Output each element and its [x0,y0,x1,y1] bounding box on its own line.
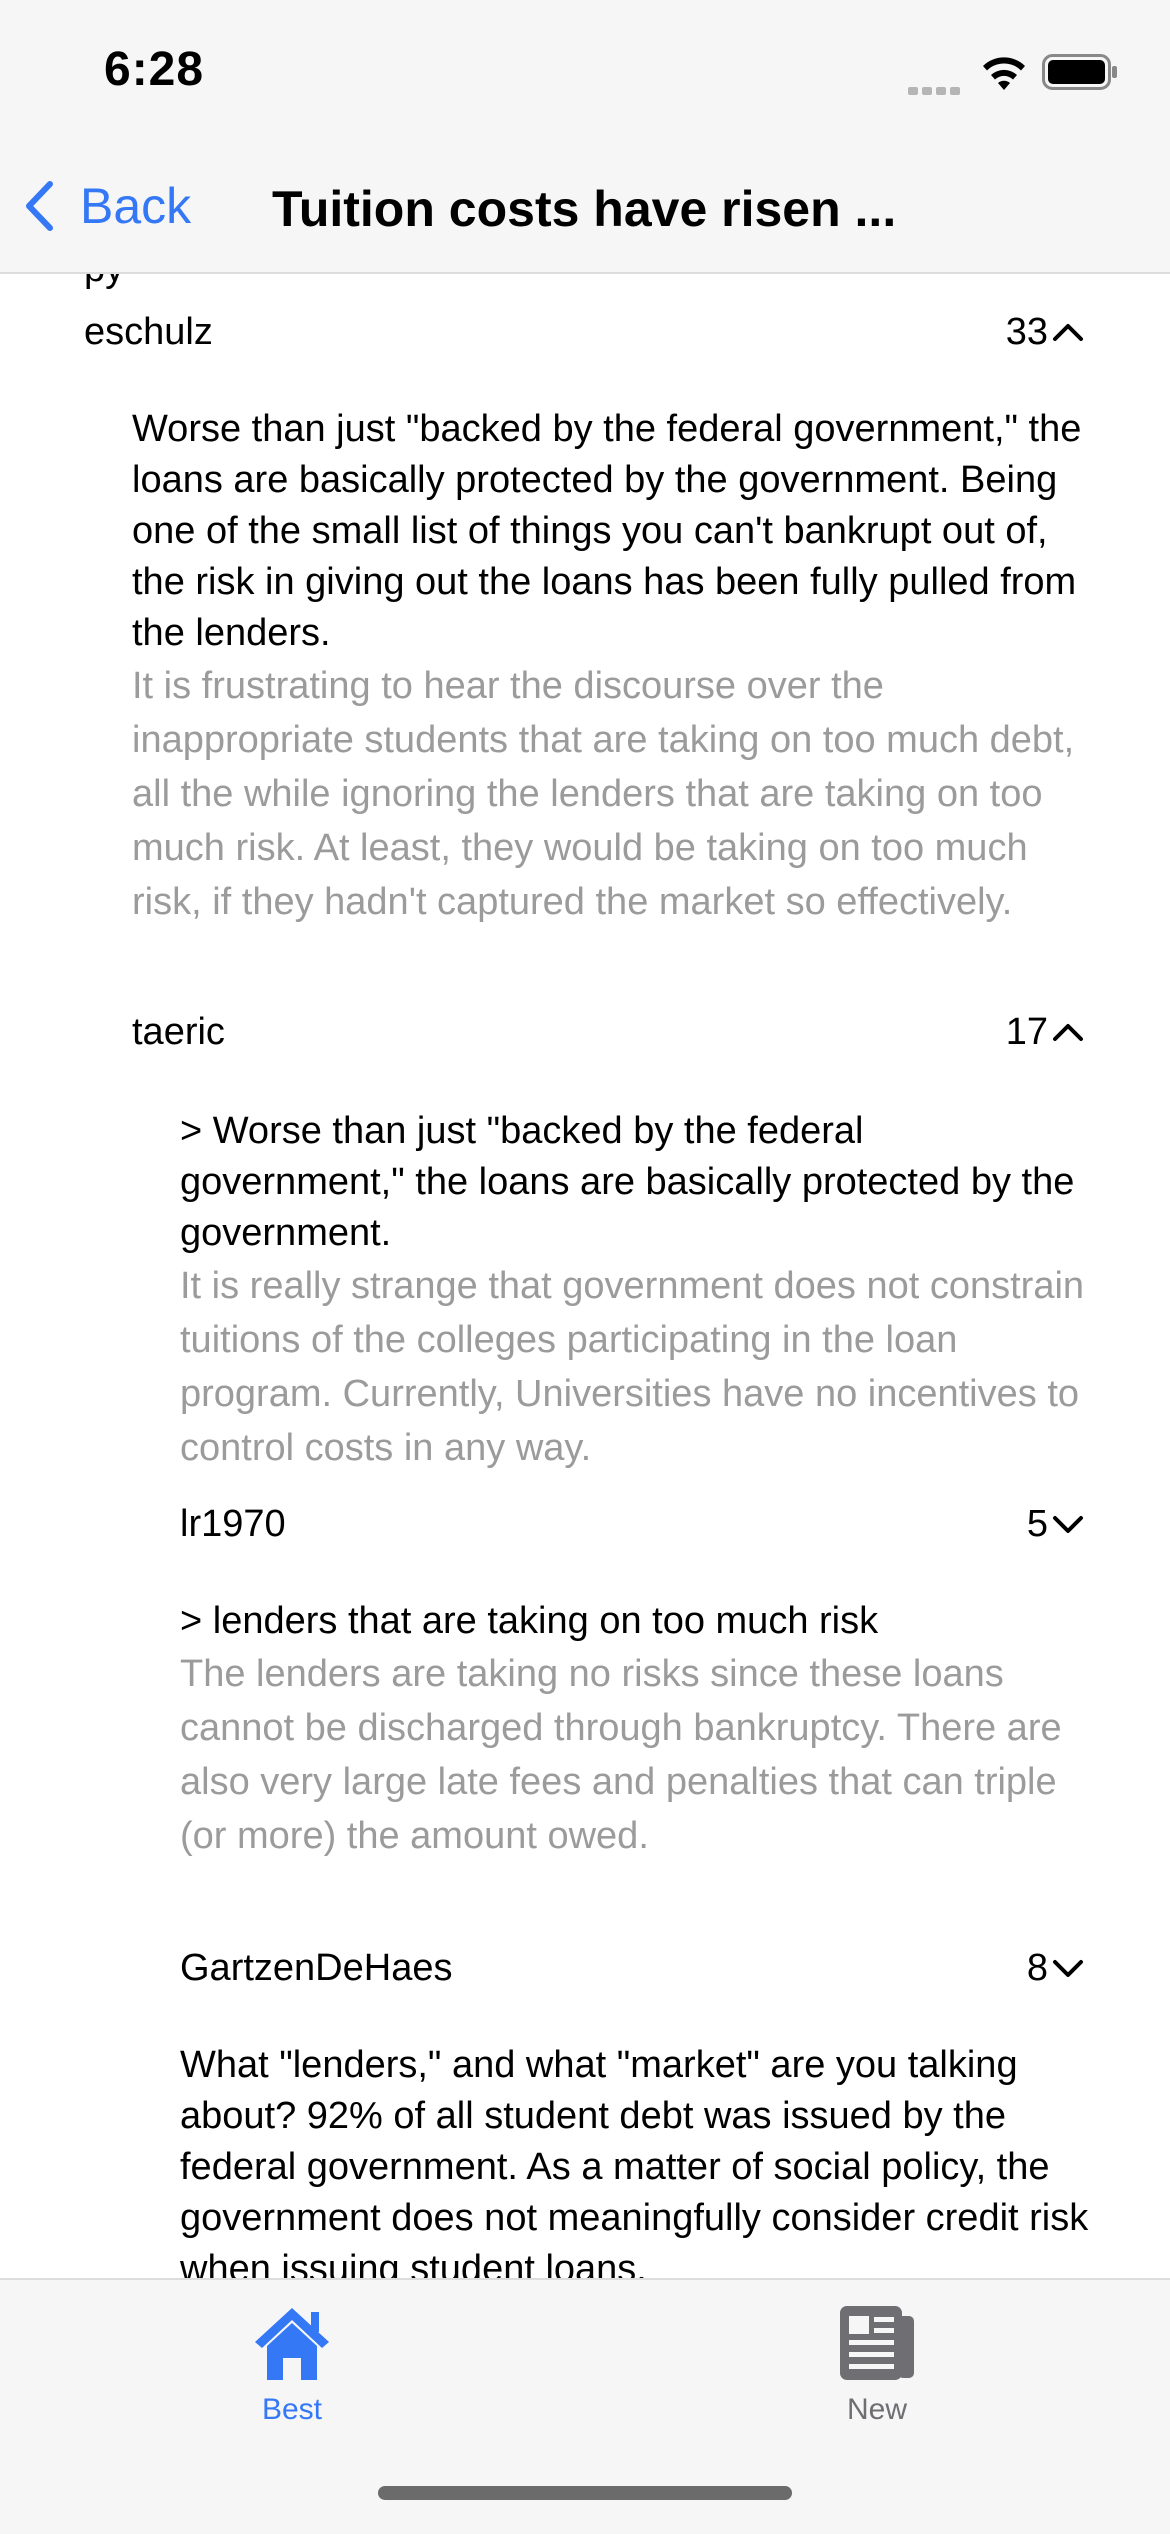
status-bar: 6:28 [0,0,1170,150]
comment-text-muted: It is frustrating to hear the discourse … [132,665,1075,923]
clipped-text: py [84,274,124,291]
comment-body: > lenders that are taking on too much ri… [180,1596,1092,1863]
comment-header[interactable]: lr1970 5 [180,1500,1084,1548]
score-value: 8 [1026,1946,1048,1989]
status-time: 6:28 [104,43,205,96]
wifi-icon [983,57,1025,90]
comment-score[interactable]: 8 [1027,1947,1084,1990]
comment-body: > Worse than just "backed by the federal… [180,1106,1092,1475]
comment-thread[interactable]: py eschulz 33 Worse than just "backed by… [0,274,1170,2278]
comment-author[interactable]: taeric [132,1011,225,1054]
comment-body: Worse than just "backed by the federal g… [132,404,1092,929]
tab-best[interactable]: Best [192,2302,392,2427]
comment-text: What "lenders," and what "market" are yo… [180,2044,1089,2278]
score-value: 33 [1005,310,1048,353]
comment-author[interactable]: lr1970 [180,1503,286,1546]
comment-header[interactable]: taeric 17 [132,1008,1084,1056]
tab-new[interactable]: New [777,2302,977,2427]
chevron-down-icon [1053,1960,1083,1977]
score-value: 5 [1026,1502,1048,1545]
chevron-up-icon [1053,1024,1083,1041]
comment-score[interactable]: 5 [1027,1503,1084,1546]
house-icon [255,2308,329,2380]
comment-body: What "lenders," and what "market" are yo… [180,2040,1092,2278]
score-value: 17 [1005,1010,1048,1053]
comment-score[interactable]: 17 [1006,1011,1084,1054]
back-button[interactable]: Back [24,174,191,238]
cellular-signal-icon [908,82,964,95]
comment-text: > lenders that are taking on too much ri… [180,1600,879,1642]
tab-label: Best [261,2393,323,2426]
navigation-bar: Back Tuition costs have risen ... [0,150,1170,274]
tab-label: New [846,2393,907,2426]
comment-text: > Worse than just "backed by the federal… [180,1110,1075,1254]
page-title: Tuition costs have risen ... [272,181,897,237]
comment-text-muted: The lenders are taking no risks since th… [180,1653,1062,1857]
newspaper-icon [840,2306,914,2380]
chevron-down-icon [1053,1516,1083,1533]
comment-author[interactable]: eschulz [84,311,213,354]
back-label: Back [80,178,192,234]
chevron-up-icon [1053,324,1083,341]
chevron-left-icon [26,181,53,231]
home-indicator[interactable] [378,2486,792,2500]
comment-author[interactable]: GartzenDeHaes [180,1947,452,1990]
comment-text-muted: It is really strange that government doe… [180,1265,1085,1469]
comment-header[interactable]: GartzenDeHaes 8 [180,1944,1084,1992]
comment-header[interactable]: eschulz 33 [84,308,1084,356]
comment-score[interactable]: 33 [1006,311,1084,354]
battery-icon [1042,54,1117,90]
comment-text: Worse than just "backed by the federal g… [132,408,1082,654]
